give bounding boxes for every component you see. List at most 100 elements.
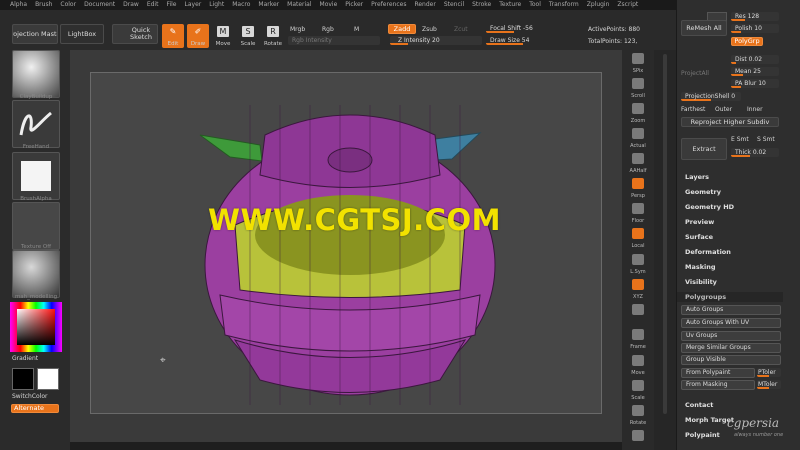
menu-movie[interactable]: Movie <box>320 0 338 10</box>
menu-preview[interactable]: Preview <box>685 218 714 226</box>
mean-slider[interactable]: Mean 25 <box>731 67 779 76</box>
farthest-toggle[interactable]: Farthest <box>681 106 705 113</box>
projection-master-button[interactable]: Projection Master <box>12 24 58 44</box>
thick-slider[interactable]: Thick 0.02 <box>731 148 779 157</box>
secondary-color-swatch[interactable] <box>37 368 59 390</box>
e-smt-slider[interactable]: E Smt <box>731 136 749 143</box>
menu-transform[interactable]: Transform <box>549 0 579 10</box>
projection-shell-slider[interactable]: ProjectionShell 0 <box>681 92 741 101</box>
zcut-toggle[interactable]: Zcut <box>454 26 468 33</box>
menu-macro[interactable]: Macro <box>232 0 250 10</box>
group-visible-button[interactable]: Group Visible <box>681 355 781 365</box>
polygrp-toggle[interactable]: PolyGrp <box>731 37 763 46</box>
tool-move[interactable]: Move <box>626 354 650 376</box>
tool-scroll[interactable]: Scroll <box>626 77 650 99</box>
move-button[interactable]: M Move <box>212 24 234 48</box>
merge-similar-groups-button[interactable]: Merge Similar Groups <box>681 343 781 353</box>
tool-xyz[interactable]: XYZ <box>626 278 650 300</box>
menu-geometry-hd[interactable]: Geometry HD <box>685 203 734 211</box>
panel-scrollbar[interactable] <box>663 54 667 414</box>
menu-picker[interactable]: Picker <box>345 0 363 10</box>
tool-aahalf[interactable]: AAHalf <box>626 152 650 174</box>
mesh-model[interactable] <box>190 105 510 405</box>
material-thumbnail[interactable] <box>12 250 60 298</box>
menu-layers[interactable]: Layers <box>685 173 709 181</box>
tool-frame[interactable]: Frame <box>626 328 650 350</box>
menu-layer[interactable]: Layer <box>185 0 202 10</box>
from-polypaint-button[interactable]: From Polypaint <box>681 368 755 378</box>
menu-masking[interactable]: Masking <box>685 263 716 271</box>
extract-button[interactable]: Extract <box>681 138 727 160</box>
reproject-higher-subdiv-button[interactable]: Reproject Higher Subdiv <box>681 117 779 127</box>
rgb-toggle[interactable]: Rgb <box>322 26 334 33</box>
gradient-label[interactable]: Gradient <box>12 355 38 362</box>
auto-groups-with-uv-button[interactable]: Auto Groups With UV <box>681 318 781 328</box>
menu-stroke[interactable]: Stroke <box>472 0 491 10</box>
zadd-toggle[interactable]: Zadd <box>388 24 416 34</box>
polish-slider[interactable]: Polish 10 <box>731 24 779 33</box>
lightbox-button[interactable]: LightBox <box>60 24 104 44</box>
uv-groups-button[interactable]: Uv Groups <box>681 331 781 341</box>
switchcolor-button[interactable]: SwitchColor <box>12 393 48 400</box>
tool-floor[interactable]: Floor <box>626 202 650 224</box>
menu-edit[interactable]: Edit <box>147 0 159 10</box>
project-all-button[interactable]: ProjectAll <box>681 70 709 77</box>
menu-deformation[interactable]: Deformation <box>685 248 731 256</box>
mrgb-toggle[interactable]: Mrgb <box>290 26 305 33</box>
draw-button[interactable]: ✐ Draw <box>187 24 209 48</box>
s-smt-slider[interactable]: S Smt <box>757 136 775 143</box>
color-square[interactable] <box>17 309 55 345</box>
inner-toggle[interactable]: Inner <box>747 106 763 113</box>
rgb-intensity-slider[interactable]: Rgb Intensity <box>288 36 380 45</box>
menu-zplugin[interactable]: Zplugin <box>587 0 610 10</box>
menu-marker[interactable]: Marker <box>258 0 279 10</box>
tool-local[interactable]: Local <box>626 227 650 249</box>
mtoler-slider[interactable]: MToler <box>757 380 781 389</box>
brush-thumbnail[interactable] <box>12 50 60 98</box>
dist-slider[interactable]: Dist 0.02 <box>731 55 779 64</box>
rotate-button[interactable]: R Rotate <box>262 24 284 48</box>
tool-zoom[interactable]: Zoom <box>626 102 650 124</box>
menu-visibility[interactable]: Visibility <box>685 278 717 286</box>
menu-draw[interactable]: Draw <box>123 0 139 10</box>
remesh-all-button[interactable]: ReMesh All <box>681 20 727 36</box>
menu-tool[interactable]: Tool <box>529 0 541 10</box>
menu-zscript[interactable]: Zscript <box>617 0 638 10</box>
alpha-thumbnail[interactable] <box>12 152 60 200</box>
ptoler-slider[interactable]: PToler <box>757 368 781 377</box>
menu-stencil[interactable]: Stencil <box>444 0 464 10</box>
menu-preferences[interactable]: Preferences <box>371 0 406 10</box>
auto-groups-button[interactable]: Auto Groups <box>681 305 781 315</box>
tool-rotate[interactable]: Rotate <box>626 404 650 426</box>
tool-persp[interactable]: Persp <box>626 177 650 199</box>
menu-render[interactable]: Render <box>414 0 435 10</box>
scale-button[interactable]: S Scale <box>237 24 259 48</box>
from-masking-button[interactable]: From Masking <box>681 380 755 390</box>
menu-brush[interactable]: Brush <box>35 0 52 10</box>
tool-spix[interactable]: SPix <box>626 52 650 74</box>
menu-polypaint[interactable]: Polypaint <box>685 431 720 439</box>
tool-scale[interactable]: Scale <box>626 379 650 401</box>
menu-alpha[interactable]: Alpha <box>10 0 27 10</box>
edit-button[interactable]: ✎ Edit <box>162 24 184 48</box>
menu-geometry[interactable]: Geometry <box>685 188 721 196</box>
menu-file[interactable]: File <box>166 0 176 10</box>
quick-sketch-button[interactable]: Quick Sketch <box>112 24 158 44</box>
m-toggle[interactable]: M <box>354 26 359 33</box>
pa-blur-slider[interactable]: PA Blur 10 <box>731 79 779 88</box>
menu-texture[interactable]: Texture <box>499 0 521 10</box>
main-color-swatch[interactable] <box>12 368 34 390</box>
draw-size-slider[interactable]: Draw Size 54 <box>486 36 578 45</box>
menu-color[interactable]: Color <box>60 0 76 10</box>
z-intensity-slider[interactable]: Z Intensity 20 <box>390 36 482 45</box>
texture-thumbnail[interactable] <box>12 202 60 250</box>
tool-blank-10[interactable] <box>626 303 650 325</box>
menu-light[interactable]: Light <box>209 0 224 10</box>
zsub-toggle[interactable]: Zsub <box>422 26 437 33</box>
alternate-button[interactable]: Alternate <box>11 404 59 413</box>
menu-material[interactable]: Material <box>287 0 311 10</box>
stroke-thumbnail[interactable] <box>12 100 60 148</box>
tool-blank-15[interactable] <box>626 429 650 450</box>
outer-toggle[interactable]: Outer <box>715 106 732 113</box>
color-picker[interactable] <box>10 302 62 352</box>
